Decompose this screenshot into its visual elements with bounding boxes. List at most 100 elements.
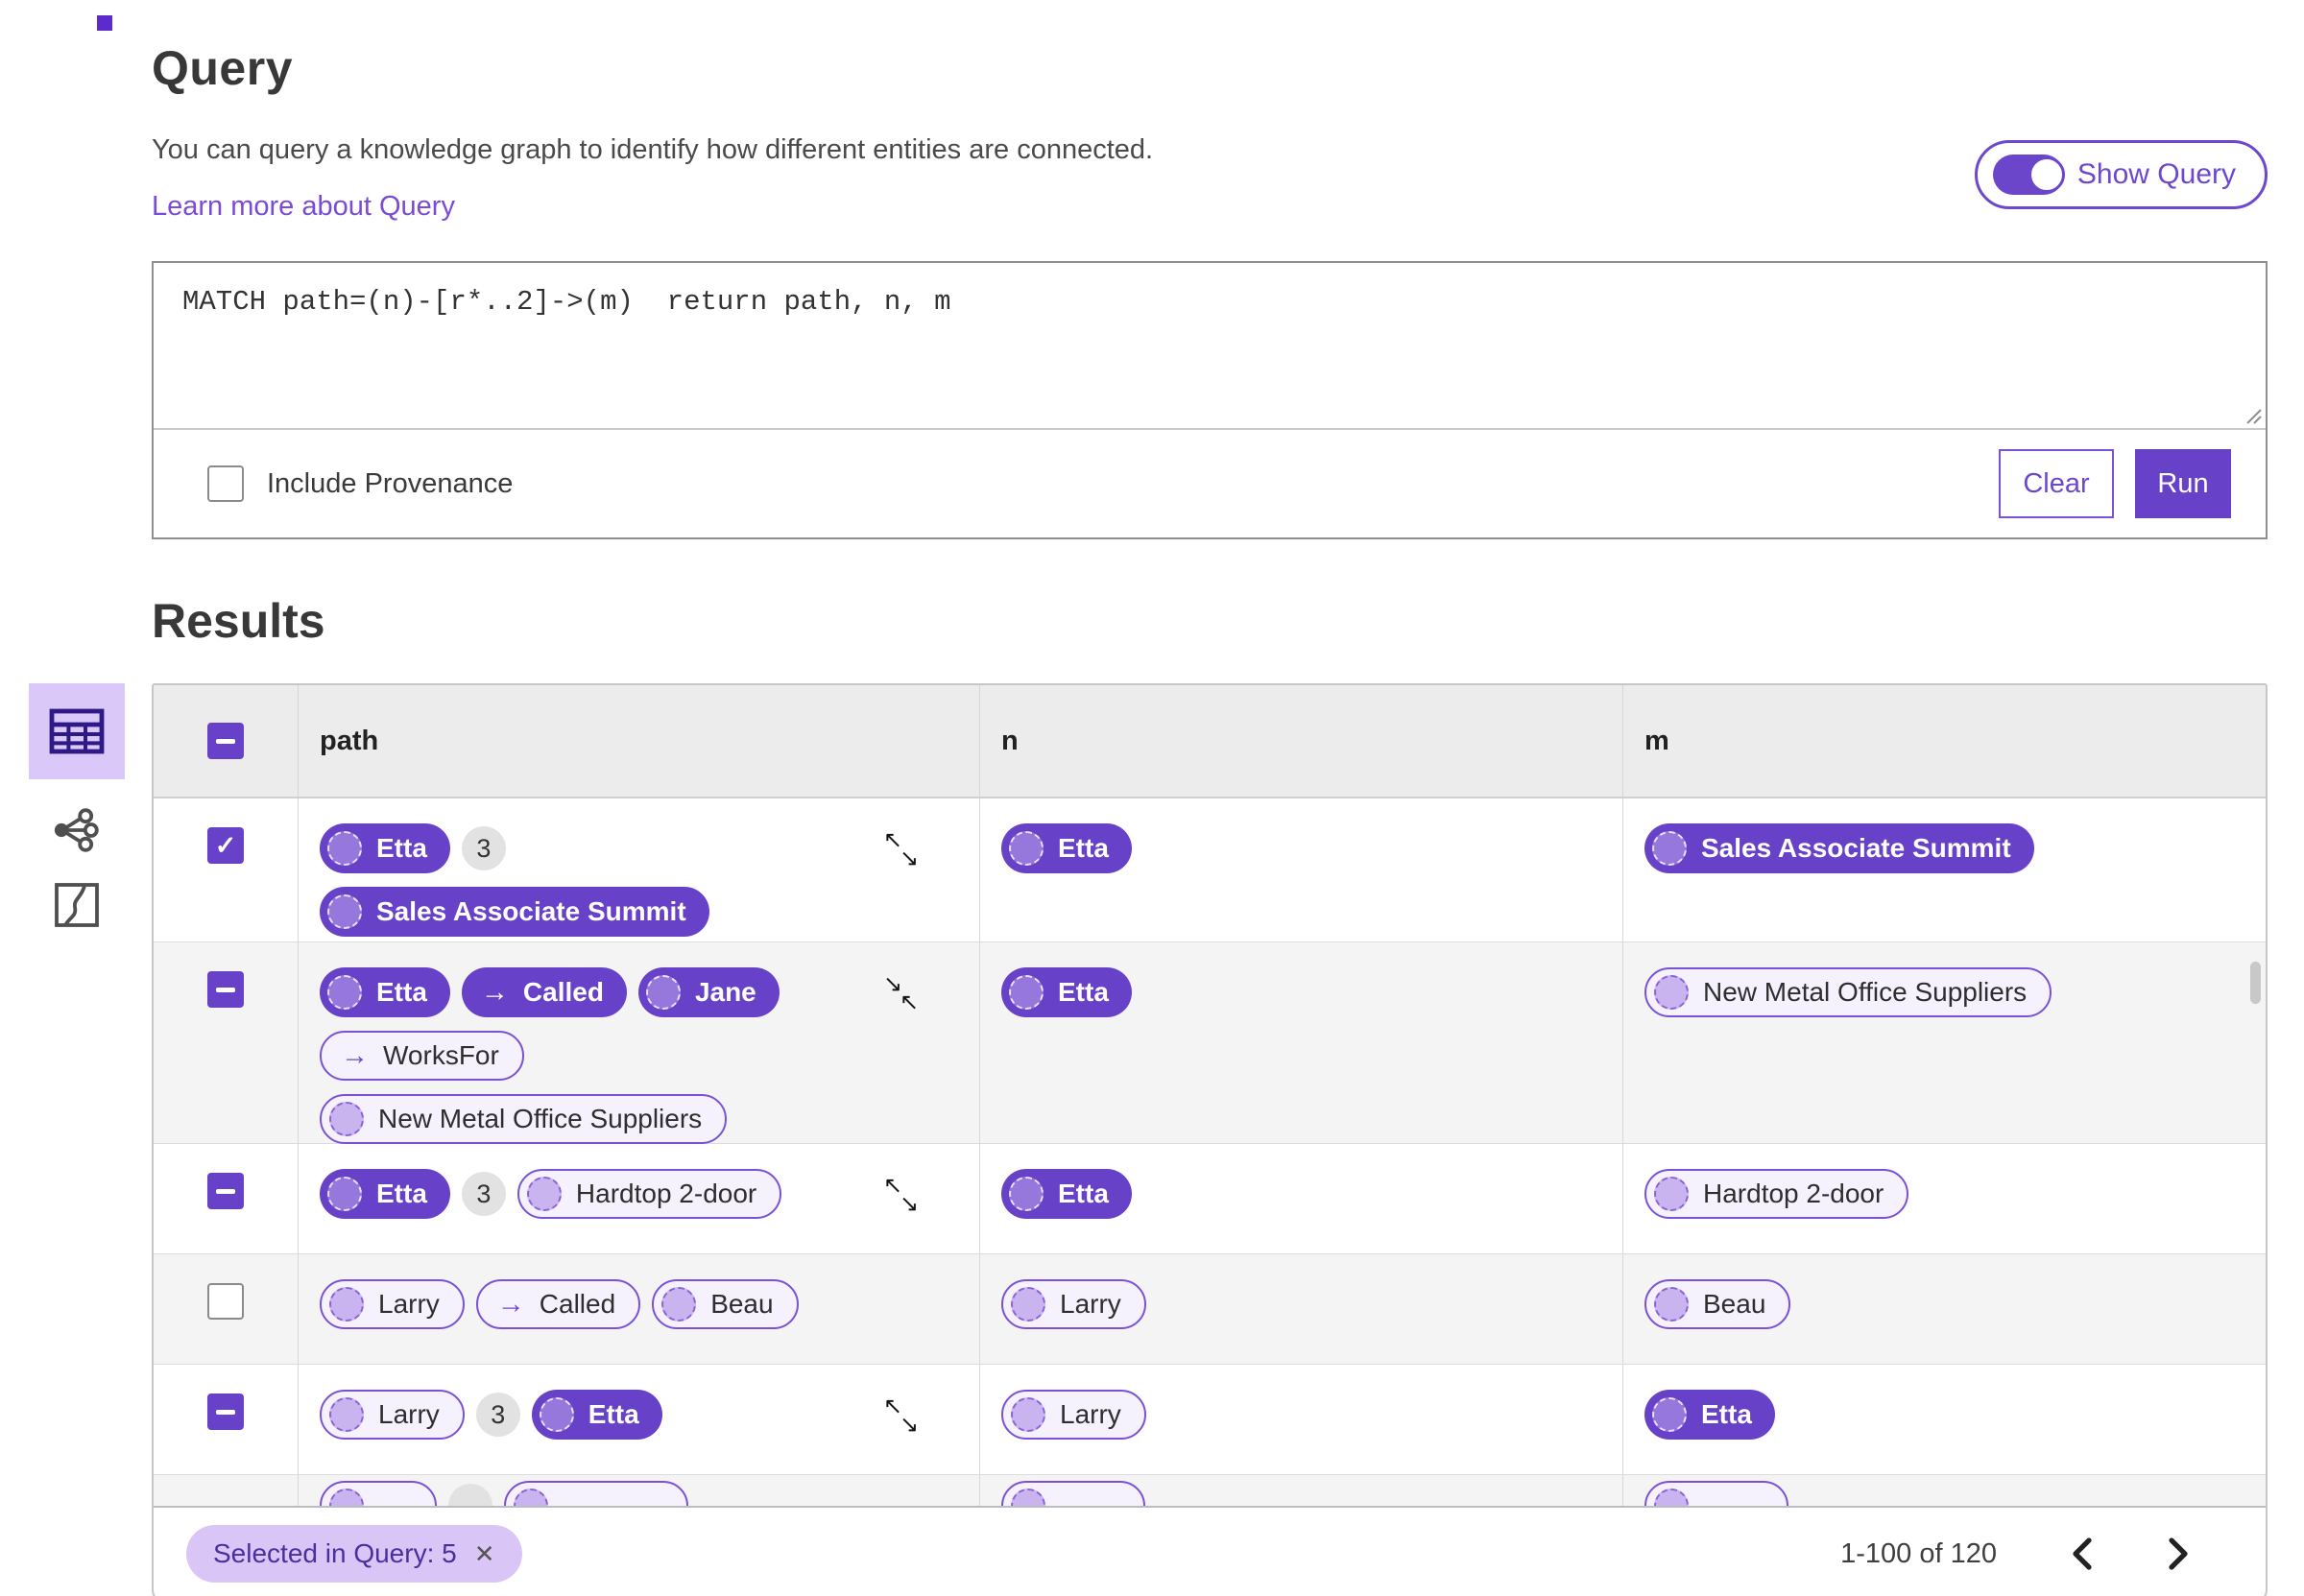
pill-label: Larry (378, 1289, 440, 1319)
selected-filter-chip[interactable]: Selected in Query: 5 ✕ (186, 1525, 522, 1583)
graph-view-button[interactable] (29, 806, 125, 854)
query-toolbar: Include Provenance Clear Run (154, 430, 2266, 537)
entity-pill[interactable]: Beau (652, 1279, 799, 1329)
entity-pill[interactable]: New Metal Office Suppliers (1644, 967, 2052, 1017)
selected-filter-label: Selected in Query: 5 (213, 1538, 457, 1568)
pill-label: Called (539, 1289, 616, 1319)
toggle-on-icon[interactable] (1992, 155, 2065, 195)
select-all-checkbox[interactable] (207, 723, 244, 759)
table-view-button[interactable] (29, 683, 125, 779)
n-cell: Etta (979, 1144, 1622, 1253)
toggle-knob[interactable] (2028, 156, 2065, 193)
entity-pill[interactable]: Etta (1001, 967, 1132, 1017)
count-badge: 3 (461, 1172, 506, 1216)
relationship-pill[interactable]: → Called (475, 1279, 641, 1329)
pill-label: Larry (1060, 1399, 1121, 1429)
learn-more-link[interactable]: Learn more about Query (152, 191, 455, 223)
table-footer: Selected in Query: 5 ✕ 1-100 of 120 (154, 1506, 2266, 1596)
entity-pill[interactable]: Sales Associate Summit (320, 887, 709, 937)
query-buttons: Clear Run (1999, 449, 2231, 518)
row-checkbox[interactable] (207, 1173, 244, 1209)
entity-pill[interactable] (504, 1481, 688, 1506)
node-icon (329, 1102, 364, 1136)
column-header-m: m (1622, 685, 2266, 797)
clear-button[interactable]: Clear (1999, 449, 2114, 518)
entity-pill[interactable]: Beau (1644, 1279, 1791, 1329)
entity-pill[interactable] (320, 1481, 437, 1506)
node-icon (1009, 831, 1044, 866)
node-icon (1011, 1489, 1045, 1506)
include-provenance-checkbox[interactable] (207, 465, 244, 502)
entity-pill[interactable]: Etta (531, 1390, 662, 1440)
m-cell: Sales Associate Summit (1622, 798, 2266, 950)
expand-row-icon[interactable]: ↖ ↘ (883, 829, 925, 871)
node-icon (327, 831, 362, 866)
table-view-icon (49, 708, 105, 754)
pill-label: Etta (1701, 1399, 1752, 1429)
row-checkbox[interactable] (207, 1394, 244, 1430)
results-section: path n m ✓ Etta 3 Sales Associate Summit ↖ ↘ E… (29, 683, 2268, 1596)
table-row: Etta 3 Hardtop 2-door ↖ ↘ Etta Hardtop 2-door (154, 1144, 2266, 1254)
relationship-pill[interactable]: → Called (461, 967, 627, 1017)
path-cell: Etta 3 Sales Associate Summit ↖ ↘ (298, 798, 979, 950)
entity-pill[interactable]: Larry (320, 1390, 465, 1440)
node-icon (1654, 1489, 1689, 1506)
entity-pill[interactable]: Etta (1644, 1390, 1775, 1440)
pill-label: Larry (1060, 1289, 1121, 1319)
entity-pill[interactable]: Etta (320, 1169, 450, 1219)
scrollbar-thumb[interactable] (2250, 962, 2261, 1004)
run-button[interactable]: Run (2135, 449, 2231, 518)
entity-pill[interactable]: Larry (1001, 1390, 1146, 1440)
entity-pill[interactable]: Larry (320, 1279, 465, 1329)
entity-pill[interactable] (1644, 1481, 1788, 1506)
relationship-pill[interactable]: → WorksFor (320, 1031, 524, 1081)
expand-row-icon[interactable]: ↖ ↘ (883, 1395, 925, 1438)
entity-pill[interactable] (1001, 1481, 1145, 1506)
query-input[interactable]: MATCH path=(n)-[r*..2]->(m) return path,… (154, 263, 2266, 428)
column-header-path: path (298, 685, 979, 797)
table-row: ✓ Etta 3 Sales Associate Summit ↖ ↘ Etta Sales … (154, 798, 2266, 950)
entity-pill[interactable]: Hardtop 2-door (516, 1169, 782, 1219)
resize-handle-icon[interactable] (2242, 404, 2263, 425)
include-provenance-label: Include Provenance (267, 467, 514, 499)
entity-pill[interactable]: Sales Associate Summit (1644, 823, 2034, 873)
include-provenance[interactable]: Include Provenance (207, 465, 513, 502)
pill-label: Etta (1058, 977, 1109, 1007)
table-row: Larry → Called Beau Larry Beau (154, 1254, 2266, 1365)
entity-pill[interactable]: Etta (320, 967, 450, 1017)
row-checkbox[interactable] (207, 971, 244, 1008)
entity-pill[interactable]: Etta (320, 823, 450, 873)
map-view-button[interactable] (29, 881, 125, 929)
next-page-button[interactable] (2168, 1537, 2189, 1570)
n-cell: Etta (979, 798, 1622, 950)
pill-label: New Metal Office Suppliers (378, 1104, 703, 1133)
node-icon (514, 1489, 548, 1506)
expand-row-icon[interactable]: ↖ ↘ (883, 1175, 925, 1217)
node-icon (1009, 975, 1044, 1010)
entity-pill[interactable]: New Metal Office Suppliers (320, 1094, 728, 1144)
path-cell: Etta → Called Jane → WorksFor New Metal Office… (298, 942, 979, 1157)
pill-label: Called (522, 977, 604, 1007)
node-icon (661, 1287, 697, 1322)
close-icon[interactable]: ✕ (474, 1539, 495, 1569)
n-cell (979, 1475, 1622, 1506)
entity-pill[interactable]: Hardtop 2-door (1644, 1169, 1909, 1219)
entity-pill[interactable]: Jane (637, 967, 780, 1017)
prev-page-button[interactable] (2072, 1537, 2093, 1570)
show-query-toggle[interactable]: Show Query (1974, 140, 2268, 209)
count-badge (448, 1484, 492, 1506)
results-card: path n m ✓ Etta 3 Sales Associate Summit ↖ ↘ E… (152, 683, 2268, 1596)
pill-label: Beau (710, 1289, 774, 1319)
row-checkbox[interactable] (207, 1283, 244, 1320)
table-row (154, 1475, 2266, 1506)
count-badge: 3 (475, 1393, 520, 1437)
results-title: Results (152, 594, 325, 648)
entity-pill[interactable]: Etta (1001, 823, 1132, 873)
collapse-row-icon[interactable]: ↘ ↖ (883, 973, 925, 1015)
node-icon (645, 975, 681, 1010)
entity-pill[interactable]: Larry (1001, 1279, 1146, 1329)
entity-pill[interactable]: Etta (1001, 1169, 1132, 1219)
column-header-n: n (979, 685, 1622, 797)
node-icon (327, 1177, 362, 1211)
row-checkbox[interactable]: ✓ (207, 827, 244, 864)
